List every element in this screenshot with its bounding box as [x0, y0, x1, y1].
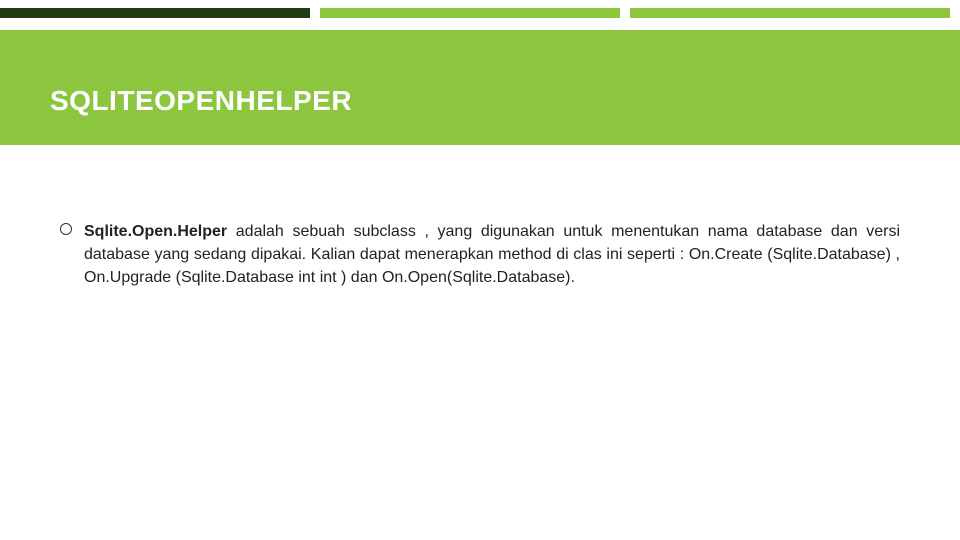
bullet-bold-lead: Sqlite.Open.Helper — [84, 223, 227, 240]
bullet-circle-icon — [60, 223, 72, 235]
top-accent-bar — [0, 8, 960, 18]
accent-segment-dark — [0, 8, 310, 18]
bullet-text: Sqlite.Open.Helper adalah sebuah subclas… — [84, 220, 900, 290]
title-banner: SQLITEOPENHELPER — [0, 30, 960, 145]
accent-segment-light — [630, 8, 950, 18]
accent-segment-light — [320, 8, 620, 18]
bullet-item: Sqlite.Open.Helper adalah sebuah subclas… — [60, 220, 900, 290]
content-area: Sqlite.Open.Helper adalah sebuah subclas… — [60, 220, 900, 290]
slide-title: SQLITEOPENHELPER — [50, 85, 960, 117]
